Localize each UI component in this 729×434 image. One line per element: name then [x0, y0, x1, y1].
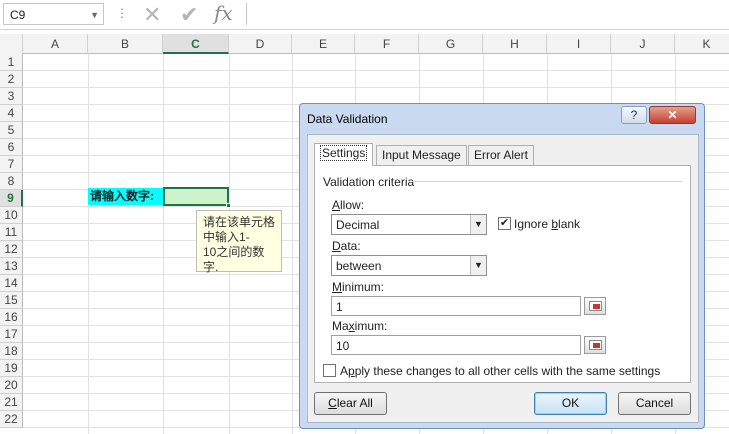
maximum-value: 10	[336, 339, 350, 353]
row-header-1[interactable]: 1	[0, 54, 23, 71]
tab-error-alert[interactable]: Error Alert	[468, 145, 535, 165]
more-options-icon[interactable]: ⋮	[116, 6, 128, 20]
allow-value: Decimal	[336, 218, 380, 232]
column-header-h[interactable]: H	[483, 34, 547, 54]
select-all-corner[interactable]	[0, 34, 23, 54]
row-header-10[interactable]: 10	[0, 207, 23, 224]
row-header-4[interactable]: 4	[0, 105, 23, 122]
allow-dropdown[interactable]: Decimal ▼	[331, 214, 487, 235]
data-dropdown[interactable]: between ▼	[331, 255, 487, 276]
maximum-label: Maximum:	[332, 319, 388, 333]
row-header-11[interactable]: 11	[0, 224, 23, 241]
minimum-range-picker-icon[interactable]	[584, 297, 606, 315]
row-header-3[interactable]: 3	[0, 88, 23, 105]
column-header-b[interactable]: B	[88, 34, 163, 54]
close-button[interactable]: ✕	[649, 106, 696, 124]
input-message-tooltip: 请在该单元格 中输入1- 10之间的数字.	[196, 210, 282, 274]
row-header-8[interactable]: 8	[0, 173, 23, 190]
data-label: Data:	[332, 239, 361, 253]
row-header-22[interactable]: 22	[0, 411, 23, 428]
column-header-k[interactable]: K	[675, 34, 729, 54]
insert-function-icon[interactable]: fx	[214, 1, 233, 25]
cell-b9[interactable]: 请输入数字:	[88, 188, 163, 205]
column-header-a[interactable]: A	[23, 34, 88, 54]
validation-criteria-label: Validation criteria	[323, 175, 415, 189]
apply-all-checkbox[interactable]	[323, 364, 336, 377]
row-header-15[interactable]: 15	[0, 292, 23, 309]
clear-all-button[interactable]: Clear All	[314, 392, 387, 415]
row-header-6[interactable]: 6	[0, 139, 23, 156]
row-header-9[interactable]: 9	[0, 190, 23, 207]
row-header-14[interactable]: 14	[0, 275, 23, 292]
row-header-20[interactable]: 20	[0, 377, 23, 394]
tab-input-message[interactable]: Input Message	[376, 145, 467, 165]
minimum-label: Minimum:	[332, 280, 385, 294]
tab-settings[interactable]: Settings	[314, 143, 374, 166]
cancel-icon[interactable]: ✕	[143, 2, 161, 28]
maximum-range-picker-icon[interactable]	[584, 336, 606, 354]
ok-button[interactable]: OK	[534, 392, 607, 415]
minimum-input[interactable]: 1	[331, 296, 581, 316]
maximum-input[interactable]: 10	[331, 335, 581, 355]
gridline	[23, 87, 729, 88]
fill-handle[interactable]	[226, 203, 231, 208]
group-divider	[412, 181, 682, 182]
gridline	[292, 54, 293, 434]
formula-input[interactable]	[246, 3, 729, 25]
column-header-d[interactable]: D	[229, 34, 292, 54]
row-header-16[interactable]: 16	[0, 309, 23, 326]
allow-dropdown-arrow-icon[interactable]: ▼	[470, 215, 486, 234]
column-headers: A B C D E F G H I J K	[0, 34, 729, 54]
row-header-21[interactable]: 21	[0, 394, 23, 411]
ignore-blank-label: Ignore blank	[514, 217, 581, 231]
row-header-18[interactable]: 18	[0, 343, 23, 360]
allow-label: Allow:	[332, 198, 365, 212]
row-header-5[interactable]: 5	[0, 122, 23, 139]
row-header-12[interactable]: 12	[0, 241, 23, 258]
formula-bar: C9 ▼ ⋮ ✕ ✔ fx	[0, 0, 729, 30]
gridline	[88, 54, 89, 434]
minimum-value: 1	[336, 300, 343, 314]
cell-c9-selected[interactable]	[163, 187, 231, 208]
tab-settings-label: Settings	[320, 145, 368, 161]
column-header-e[interactable]: E	[292, 34, 355, 54]
cancel-button[interactable]: Cancel	[618, 392, 691, 415]
row-header-7[interactable]: 7	[0, 156, 23, 173]
apply-all-label: Apply these changes to all other cells w…	[340, 364, 661, 378]
data-value: between	[336, 259, 382, 273]
dialog-body: Settings Input Message Error Alert Valid…	[307, 134, 699, 423]
dialog-title: Data Validation	[307, 112, 388, 126]
data-dropdown-arrow-icon[interactable]: ▼	[470, 256, 486, 275]
name-box-value: C9	[10, 8, 26, 22]
column-header-g[interactable]: G	[419, 34, 483, 54]
settings-panel: Validation criteria Allow: Decimal ▼ ✔ I…	[314, 165, 691, 383]
column-header-j[interactable]: J	[611, 34, 675, 54]
gridline	[163, 54, 164, 434]
row-header-19[interactable]: 19	[0, 360, 23, 377]
help-button[interactable]: ?	[621, 106, 647, 124]
column-header-c[interactable]: C	[163, 34, 229, 54]
name-box-dropdown-icon[interactable]: ▼	[90, 10, 99, 20]
ignore-blank-checkbox[interactable]: ✔	[498, 217, 511, 230]
gridline	[23, 70, 729, 71]
column-header-f[interactable]: F	[355, 34, 419, 54]
data-validation-dialog: Data Validation ? ✕ Settings Input Messa…	[299, 103, 705, 429]
enter-icon[interactable]: ✔	[180, 2, 198, 28]
row-header-17[interactable]: 17	[0, 326, 23, 343]
column-header-i[interactable]: I	[547, 34, 611, 54]
name-box[interactable]: C9 ▼	[3, 3, 104, 25]
row-header-13[interactable]: 13	[0, 258, 23, 275]
row-header-2[interactable]: 2	[0, 71, 23, 88]
